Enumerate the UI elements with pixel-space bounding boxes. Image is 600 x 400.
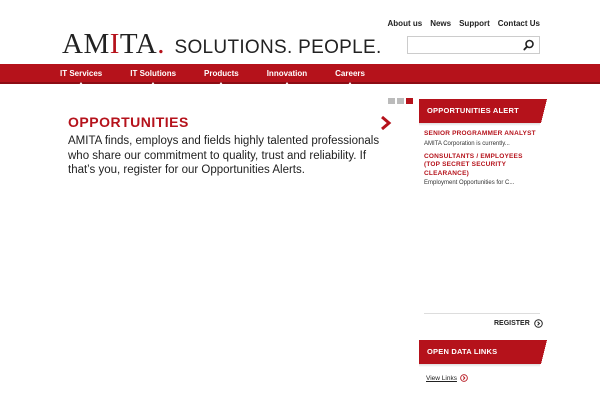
view-links-label: View Links: [426, 374, 457, 382]
circle-arrow-icon: [534, 319, 543, 328]
opportunities-alert-header: OPPORTUNITIES ALERT: [419, 99, 547, 123]
register-button[interactable]: REGISTER: [494, 319, 543, 328]
top-link-about-us[interactable]: About us: [388, 19, 423, 28]
open-data-links-header: OPEN DATA LINKS: [419, 340, 547, 364]
register-label: REGISTER: [494, 320, 530, 327]
alert-description: AMITA Corporation is currently...: [424, 140, 510, 147]
search-input[interactable]: [408, 39, 518, 56]
alert-list: SENIOR PROGRAMMER ANALYST AMITA Corporat…: [424, 130, 538, 192]
list-item: CONSULTANTS / EMPLOYEES (TOP SECRET SECU…: [424, 153, 538, 188]
header-shadow: [419, 364, 540, 367]
caret-icon: [219, 82, 224, 85]
nav-item-careers[interactable]: Careers: [335, 64, 365, 85]
list-item: SENIOR PROGRAMMER ANALYST AMITA Corporat…: [424, 130, 538, 148]
alert-title[interactable]: SENIOR PROGRAMMER ANALYST: [424, 130, 538, 139]
intro-text: AMITA finds, employs and fields highly t…: [68, 135, 380, 176]
top-link-support[interactable]: Support: [459, 19, 490, 28]
page-title: OPPORTUNITIES: [68, 114, 189, 130]
alert-description: Employment Opportunities for C...: [424, 180, 515, 186]
caret-icon: [151, 82, 156, 85]
chevron-right-icon[interactable]: [380, 116, 392, 130]
slider-dot-1[interactable]: [388, 98, 395, 104]
caret-icon: [348, 82, 353, 85]
nav-item-it-services[interactable]: IT Services: [60, 64, 102, 85]
caret-icon: [284, 82, 289, 85]
logo-tagline: SOLUTIONS. PEOPLE.: [174, 37, 382, 58]
header-shadow: [419, 123, 540, 126]
search-box: [407, 36, 540, 56]
alert-title[interactable]: CONSULTANTS / EMPLOYEES (TOP SECRET SECU…: [424, 153, 538, 179]
caret-icon: [79, 82, 84, 85]
slider-dot-2[interactable]: [397, 98, 404, 104]
circle-arrow-icon: [460, 374, 468, 382]
top-link-contact-us[interactable]: Contact Us: [498, 19, 540, 28]
view-links-link[interactable]: View Links: [426, 374, 468, 382]
slider-dot-3[interactable]: [406, 98, 413, 104]
nav-item-it-solutions[interactable]: IT Solutions: [130, 64, 176, 85]
search-icon[interactable]: [523, 39, 535, 51]
main-nav: IT Services IT Solutions Products Innova…: [0, 64, 600, 85]
slider-pagination: [388, 98, 413, 104]
logo[interactable]: AMITA. SOLUTIONS. PEOPLE.: [62, 28, 382, 61]
divider: [424, 313, 540, 314]
logo-dot: .: [157, 28, 165, 60]
top-link-news[interactable]: News: [430, 19, 451, 28]
nav-item-products[interactable]: Products: [204, 64, 239, 85]
logo-brand: AMITA: [62, 28, 158, 60]
nav-item-innovation[interactable]: Innovation: [267, 64, 307, 85]
top-links: About us News Support Contact Us: [388, 19, 540, 28]
